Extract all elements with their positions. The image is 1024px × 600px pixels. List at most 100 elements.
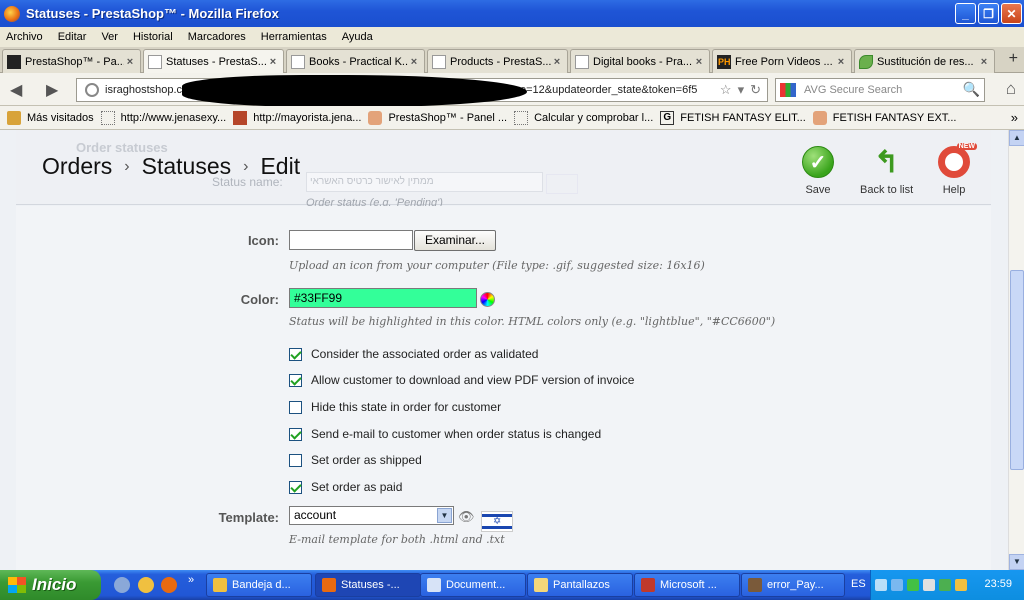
system-tray: 23:59: [870, 570, 1024, 600]
more-bookmarks-icon[interactable]: »: [1011, 110, 1018, 125]
tray-icon[interactable]: [907, 579, 919, 591]
checkbox[interactable]: [289, 427, 302, 441]
tray-icon[interactable]: [955, 579, 967, 591]
checkbox[interactable]: [289, 400, 302, 414]
new-tab-icon[interactable]: +: [1009, 50, 1018, 68]
forward-arrow-icon[interactable]: ▶: [46, 80, 58, 100]
tab-videos[interactable]: PH Free Porn Videos ... ×: [712, 49, 852, 73]
tab-close-icon[interactable]: ×: [267, 56, 279, 68]
tab-products[interactable]: Products - PrestaS... ×: [427, 49, 568, 73]
tab-close-icon[interactable]: ×: [551, 56, 563, 68]
chevron-down-icon[interactable]: ▼: [437, 508, 452, 523]
tab-close-icon[interactable]: ×: [835, 56, 847, 68]
vertical-scrollbar[interactable]: ▲ ▼: [1008, 130, 1024, 570]
home-icon[interactable]: ⌂: [1006, 79, 1016, 99]
color-picker-icon[interactable]: [480, 292, 495, 307]
checkbox[interactable]: [289, 453, 302, 467]
quicklaunch-more-icon[interactable]: »: [188, 574, 194, 586]
tab-books[interactable]: Books - Practical K... ×: [286, 49, 425, 73]
save-button[interactable]: ✓ Save: [802, 146, 834, 196]
taskbar-item[interactable]: Document...: [420, 573, 526, 597]
menu-archivo[interactable]: Archivo: [6, 31, 43, 43]
restore-button[interactable]: ❐: [978, 3, 999, 24]
browse-button[interactable]: Examinar...: [414, 230, 496, 251]
taskbar-item[interactable]: error_Pay...: [741, 573, 845, 597]
search-icon[interactable]: 🔍: [963, 81, 980, 98]
tab-close-icon[interactable]: ×: [693, 56, 705, 68]
template-select[interactable]: account ▼: [289, 506, 454, 525]
bookmark-item[interactable]: G FETISH FANTASY ELIT...: [660, 110, 806, 125]
bookmark-item[interactable]: http://mayorista.jena...: [233, 110, 361, 125]
tab-prestashop-panel[interactable]: PrestaShop™ - Pa... ×: [2, 49, 141, 73]
checkbox[interactable]: [289, 373, 302, 387]
color-field[interactable]: [289, 288, 477, 308]
bookmark-star-icon[interactable]: ☆: [720, 82, 732, 98]
close-window-button[interactable]: ✕: [1001, 3, 1022, 24]
dropdown-icon[interactable]: ▾: [738, 82, 745, 98]
eye-icon[interactable]: 👁: [458, 509, 475, 525]
search-input[interactable]: AVG Secure Search 🔍: [775, 78, 985, 102]
taskbar-item[interactable]: Pantallazos: [527, 573, 633, 597]
page-content: Order statuses Status name: ממתין לאישור…: [0, 130, 1008, 570]
checkbox-hidden[interactable]: Hide this state in order for customer: [289, 400, 501, 414]
window-titlebar: Statuses - PrestaShop™ - Mozilla Firefox…: [0, 0, 1024, 27]
israel-flag-icon[interactable]: ✡: [481, 511, 513, 532]
taskbar-item[interactable]: Bandeja d...: [206, 573, 312, 597]
scroll-up-icon[interactable]: ▲: [1009, 130, 1024, 146]
breadcrumb-orders[interactable]: Orders: [42, 153, 112, 180]
color-label: Color:: [240, 292, 279, 307]
minimize-button[interactable]: _: [955, 3, 976, 24]
menu-ver[interactable]: Ver: [101, 31, 118, 43]
language-indicator[interactable]: ES: [851, 578, 866, 590]
blank-page-icon: [514, 110, 529, 125]
tab-statuses[interactable]: Statuses - PrestaS... ×: [143, 49, 284, 74]
menu-bar: Archivo Editar Ver Historial Marcadores …: [0, 27, 1024, 47]
bookmark-label: PrestaShop™ - Panel ...: [388, 111, 508, 124]
tab-close-icon[interactable]: ×: [408, 56, 420, 68]
menu-marcadores[interactable]: Marcadores: [188, 31, 246, 43]
checkbox-shipped[interactable]: Set order as shipped: [289, 453, 422, 467]
bookmark-item[interactable]: Calcular y comprobar l...: [514, 110, 653, 125]
tab-digital-books[interactable]: Digital books - Pra... ×: [570, 49, 710, 73]
bookmark-item[interactable]: PrestaShop™ - Panel ...: [368, 110, 508, 125]
checkbox-send-email[interactable]: Send e-mail to customer when order statu…: [289, 427, 601, 441]
back-label: Back to list: [860, 184, 914, 196]
volume-icon[interactable]: [923, 579, 935, 591]
tab-close-icon[interactable]: ×: [978, 56, 990, 68]
back-to-list-button[interactable]: ↰ Back to list: [860, 146, 914, 197]
checkbox-validated[interactable]: Consider the associated order as validat…: [289, 347, 538, 361]
menu-editar[interactable]: Editar: [58, 31, 87, 43]
bookmark-item[interactable]: http://www.jenasexy...: [100, 110, 226, 125]
tray-icon[interactable]: [939, 579, 951, 591]
quicklaunch-icon[interactable]: [114, 577, 130, 593]
address-bar[interactable]: israghostshop.co e=12&updateorder_state&…: [76, 75, 768, 107]
taskbar-item[interactable]: Microsoft ...: [634, 573, 740, 597]
tray-icon[interactable]: [875, 579, 887, 591]
quicklaunch-icon[interactable]: [138, 577, 154, 593]
icon-file-input[interactable]: [289, 230, 413, 250]
search-placeholder: AVG Secure Search: [804, 84, 903, 96]
scrollbar-thumb[interactable]: [1010, 270, 1024, 470]
back-arrow-icon[interactable]: ◀: [10, 80, 22, 100]
checkbox-paid[interactable]: Set order as paid: [289, 480, 402, 494]
start-button[interactable]: Inicio: [0, 570, 101, 600]
menu-herramientas[interactable]: Herramientas: [261, 31, 327, 43]
tab-sustitucion[interactable]: Sustitución de res... ×: [854, 49, 995, 73]
network-icon[interactable]: [891, 579, 903, 591]
scroll-down-icon[interactable]: ▼: [1009, 554, 1024, 570]
reload-icon[interactable]: ↻: [750, 82, 761, 98]
breadcrumb-statuses[interactable]: Statuses: [142, 153, 232, 180]
avg-icon[interactable]: [780, 83, 796, 97]
checkbox-invoice[interactable]: Allow customer to download and view PDF …: [289, 373, 634, 387]
menu-ayuda[interactable]: Ayuda: [342, 31, 373, 43]
checkbox-label: Set order as paid: [311, 480, 403, 494]
bookmark-item[interactable]: Más visitados: [7, 110, 94, 125]
tab-close-icon[interactable]: ×: [124, 56, 136, 68]
bookmark-item[interactable]: FETISH FANTASY EXT...: [812, 110, 956, 125]
menu-historial[interactable]: Historial: [133, 31, 173, 43]
help-button[interactable]: NEW Help: [938, 143, 977, 196]
checkbox[interactable]: [289, 347, 302, 361]
taskbar-item[interactable]: Statuses -...: [315, 573, 421, 597]
firefox-quicklaunch-icon[interactable]: [161, 577, 177, 593]
checkbox[interactable]: [289, 480, 302, 494]
